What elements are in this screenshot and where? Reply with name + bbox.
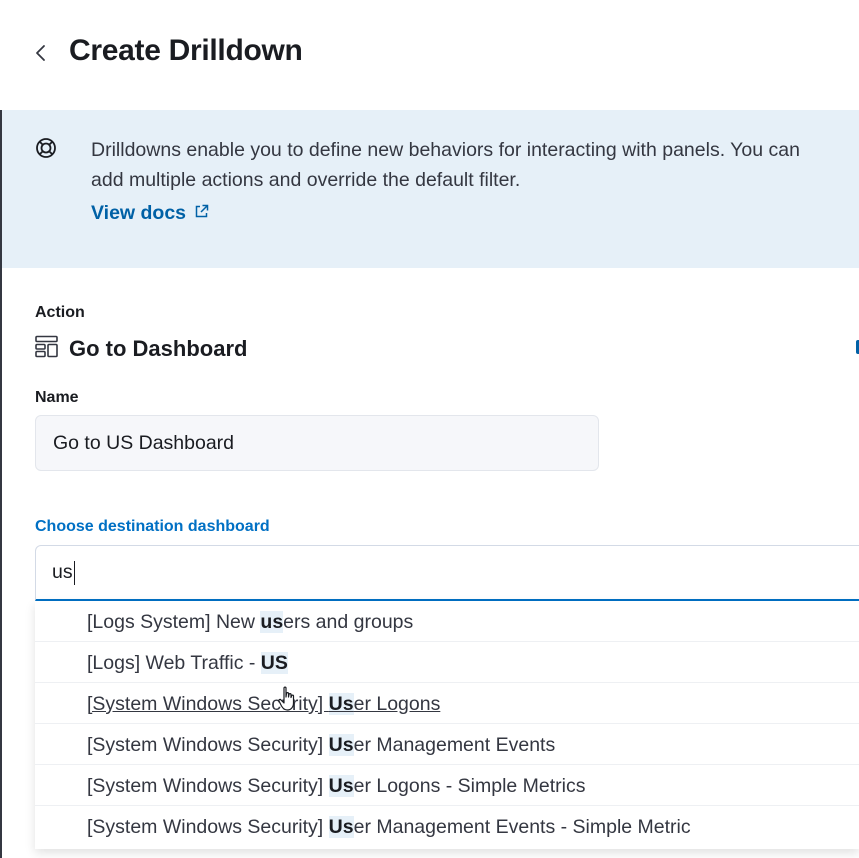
- external-link-icon: [194, 202, 209, 225]
- dashboard-option[interactable]: [Logs] Web Traffic - US: [35, 642, 859, 683]
- dashboard-option[interactable]: [System Windows Security] User Managemen…: [35, 806, 859, 846]
- option-match: us: [260, 611, 284, 633]
- search-value: us: [52, 561, 73, 583]
- name-label: Name: [35, 389, 79, 406]
- action-label: Action: [35, 304, 85, 321]
- destination-search-input[interactable]: us: [35, 545, 859, 601]
- dashboard-option[interactable]: [Logs System] New users and groups: [35, 601, 859, 642]
- page-header: Create Drilldown: [0, 0, 859, 110]
- option-text: [System Windows Security]: [87, 775, 329, 797]
- dashboard-option[interactable]: [System Windows Security] User Logons: [35, 683, 859, 724]
- name-input[interactable]: [35, 415, 599, 471]
- help-lifebuoy-icon: [35, 137, 57, 164]
- dashboard-app-icon: [35, 335, 58, 363]
- option-match: US: [260, 652, 288, 674]
- dashboard-options-list: [Logs System] New users and groups [Logs…: [35, 601, 859, 849]
- callout-description: Drilldowns enable you to define new beha…: [91, 139, 800, 191]
- view-docs-label: View docs: [91, 202, 187, 224]
- option-text: er Logons - Simple Metrics: [353, 775, 586, 797]
- option-text: er Management Events: [353, 734, 556, 756]
- destination-dashboard-label: Choose destination dashboard: [35, 518, 270, 535]
- option-match: Us: [328, 693, 354, 715]
- hand-pointer-cursor-icon: [278, 686, 298, 717]
- option-text: [Logs System] New: [87, 611, 261, 633]
- chevron-left-icon[interactable]: [32, 38, 50, 68]
- view-docs-link[interactable]: View docs: [91, 202, 209, 225]
- dashboard-option[interactable]: [System Windows Security] User Managemen…: [35, 724, 859, 765]
- text-caret: [73, 560, 76, 585]
- page-title: Create Drilldown: [69, 34, 303, 67]
- option-text: [Logs] Web Traffic -: [87, 652, 261, 674]
- option-text: er Management Events - Simple Metric: [353, 816, 691, 838]
- option-text: ers and groups: [283, 611, 414, 633]
- option-text: er Logons: [353, 693, 441, 715]
- option-text: [System Windows Security]: [87, 816, 329, 838]
- option-match: Us: [328, 775, 354, 797]
- action-name: Go to Dashboard: [69, 336, 248, 361]
- dashboard-option[interactable]: [System Windows Security] User Logons - …: [35, 765, 859, 806]
- option-text: [System Windows Security]: [87, 734, 329, 756]
- option-match: Us: [328, 734, 354, 756]
- selected-action: Go to Dashboard: [35, 335, 247, 363]
- option-match: Us: [328, 816, 354, 838]
